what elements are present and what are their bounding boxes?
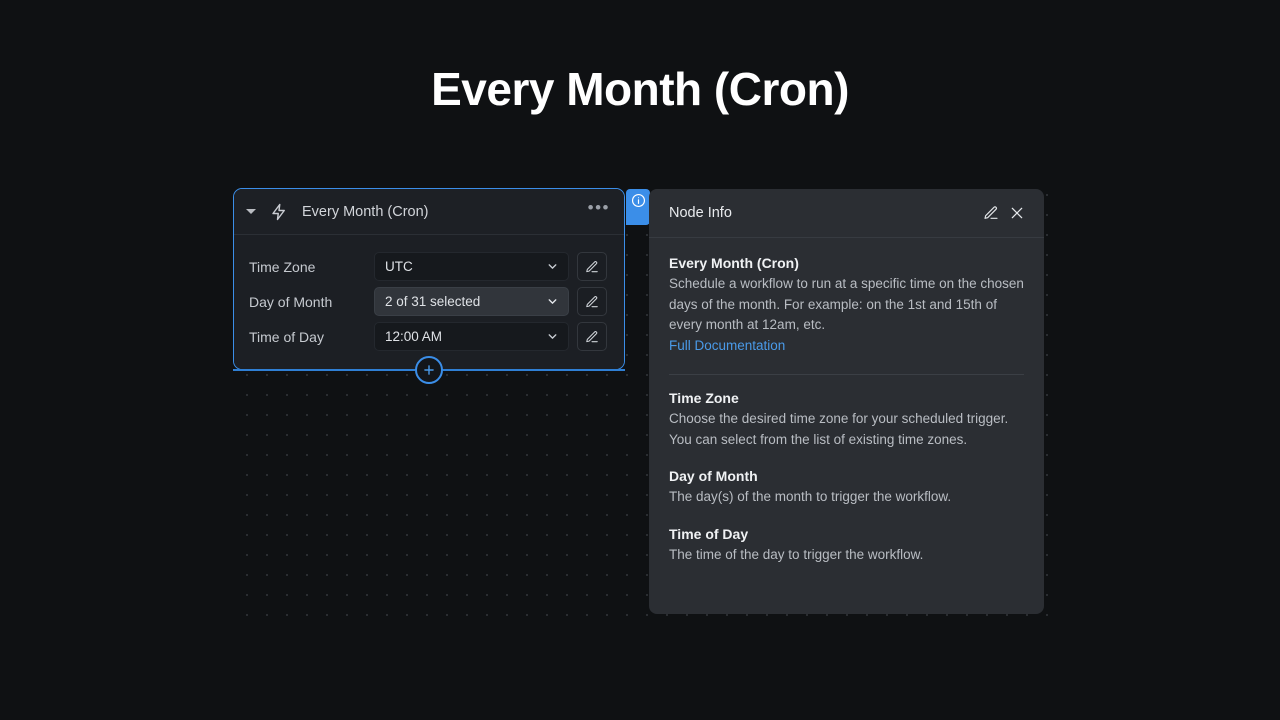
node-info-panel: Node Info Every Month (Cron) Schedule a … <box>649 189 1044 614</box>
field-label-time-zone: Time Zone <box>249 258 316 275</box>
field-label-time-of-day: Time of Day <box>249 328 324 345</box>
node-info-body: Every Month (Cron) Schedule a workflow t… <box>649 238 1044 565</box>
page-title: Every Month (Cron) <box>431 63 849 115</box>
field-row-time-of-day: Time of Day 12:00 AM <box>249 322 607 351</box>
info-circle-icon[interactable] <box>626 189 650 225</box>
dropdown-time-zone[interactable]: UTC <box>374 252 569 281</box>
node-title: Every Month (Cron) <box>302 203 429 220</box>
chevron-down-icon <box>545 330 559 344</box>
info-section-text: The time of the day to trigger the workf… <box>669 546 924 562</box>
info-section-text: Schedule a workflow to run at a specific… <box>669 276 1024 332</box>
edit-time-zone-button[interactable] <box>577 252 607 281</box>
node-info-header: Node Info <box>649 189 1044 238</box>
dropdown-value-time-zone: UTC <box>385 259 413 274</box>
info-section-day-of-month: Day of Month The day(s) of the month to … <box>669 468 1024 508</box>
dropdown-value-day-of-month: 2 of 31 selected <box>385 294 481 309</box>
field-label-day-of-month: Day of Month <box>249 293 333 310</box>
connector-wire-right <box>443 369 625 371</box>
info-section-title: Every Month (Cron) <box>669 255 799 271</box>
info-section-title: Time of Day <box>669 525 749 542</box>
info-section-time-zone: Time Zone Choose the desired time zone f… <box>669 390 1024 450</box>
dropdown-time-of-day[interactable]: 12:00 AM <box>374 322 569 351</box>
lightning-bolt-icon <box>270 203 288 221</box>
info-section-title: Time Zone <box>669 390 739 406</box>
info-section-title: Day of Month <box>669 468 758 484</box>
dropdown-value-time-of-day: 12:00 AM <box>385 329 443 344</box>
connector-wire-left <box>233 369 415 371</box>
add-node-connector <box>233 356 625 384</box>
field-row-time-zone: Time Zone UTC <box>249 252 607 281</box>
edit-time-of-day-button[interactable] <box>577 322 607 351</box>
info-section-overview: Every Month (Cron) Schedule a workflow t… <box>669 255 1024 356</box>
node-header[interactable]: Every Month (Cron) ••• <box>234 189 624 235</box>
info-section-text: The day(s) of the month to trigger the w… <box>669 489 952 504</box>
info-divider <box>669 374 1024 375</box>
info-section-time-of-day: Time of Day The time of the day to trigg… <box>669 526 1024 566</box>
node-info-title: Node Info <box>669 205 732 221</box>
workflow-node-card[interactable]: Every Month (Cron) ••• Time Zone UTC Day… <box>233 188 625 370</box>
info-section-text: Choose the desired time zone for your sc… <box>669 411 1009 447</box>
add-node-button[interactable] <box>415 356 443 384</box>
node-overflow-menu-icon[interactable]: ••• <box>588 199 610 220</box>
close-node-info-button[interactable] <box>1004 200 1030 226</box>
chevron-down-icon[interactable] <box>246 209 256 214</box>
chevron-down-icon <box>545 260 559 274</box>
edit-day-of-month-button[interactable] <box>577 287 607 316</box>
chevron-down-icon <box>545 295 559 309</box>
full-documentation-link[interactable]: Full Documentation <box>669 336 785 357</box>
field-row-day-of-month: Day of Month 2 of 31 selected <box>249 287 607 316</box>
dropdown-day-of-month[interactable]: 2 of 31 selected <box>374 287 569 316</box>
node-body: Time Zone UTC Day of Month 2 of 31 selec… <box>234 235 624 369</box>
edit-node-info-button[interactable] <box>978 200 1004 226</box>
